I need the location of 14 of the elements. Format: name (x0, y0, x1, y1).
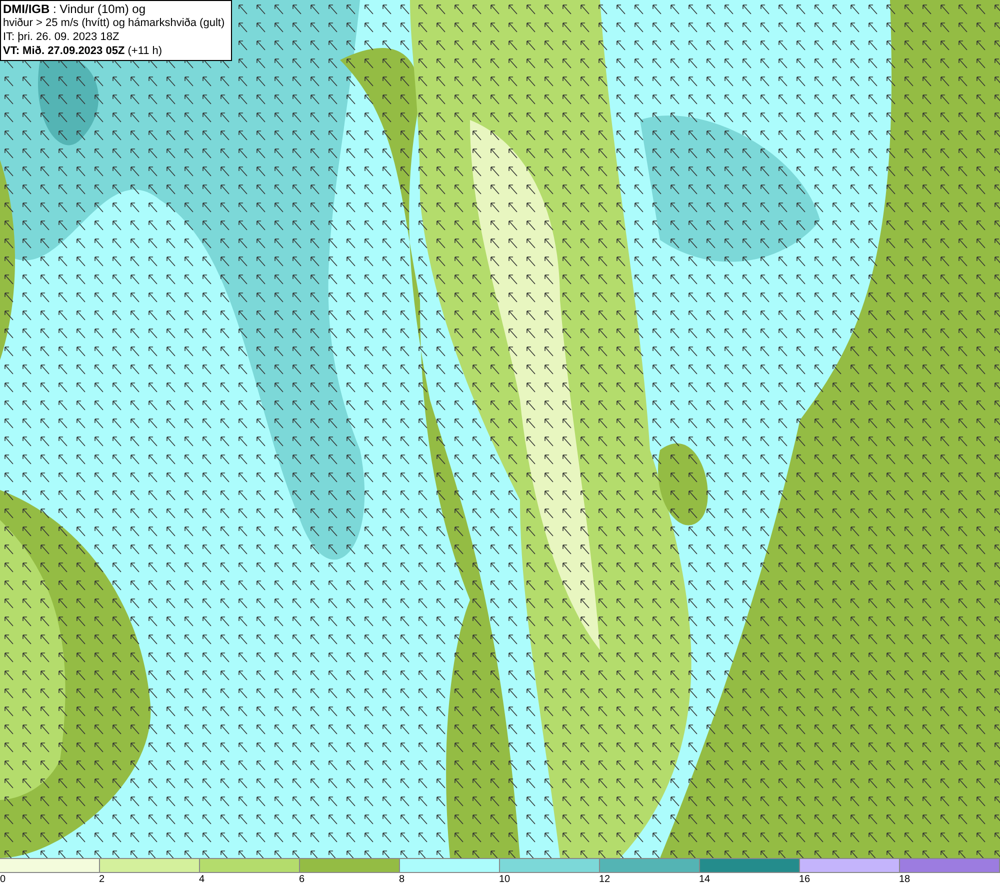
legend-label: 18 (899, 873, 910, 887)
legend-label: 6 (299, 873, 305, 887)
legend-label: 12 (599, 873, 610, 887)
header-line: IT: þri. 26. 09. 2023 18Z (3, 30, 120, 44)
legend-label: 0 (0, 873, 6, 887)
legend-label: 2 (99, 873, 105, 887)
header-line: DMI/IGB : Vindur (10m) og (3, 2, 146, 16)
header-line: hviður > 25 m/s (hvítt) og hámarkshviða (gult) (3, 16, 226, 30)
legend-label: 10 (499, 873, 510, 887)
header-line: VT: Mið. 27.09.2023 05Z (+11 h) (3, 44, 164, 58)
legend-label: 16 (799, 873, 810, 887)
legend-label: 4 (199, 873, 205, 887)
legend-label: 8 (399, 873, 405, 887)
legend-label: 14 (699, 873, 710, 887)
